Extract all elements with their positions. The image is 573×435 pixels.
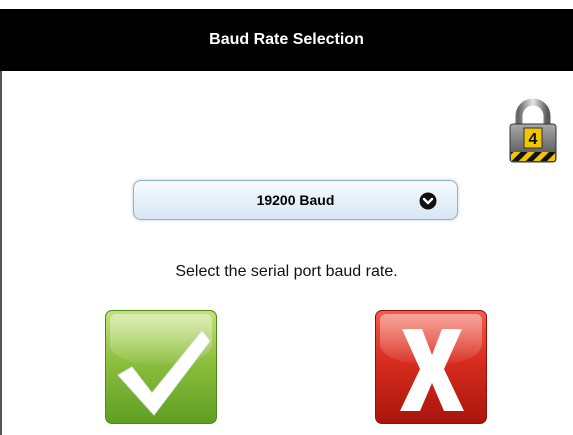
padlock-icon: 4 (509, 98, 557, 163)
chevron-down-icon (419, 192, 437, 210)
top-border (0, 0, 573, 9)
lock-level-label: 4 (529, 131, 538, 148)
instruction-text: Select the serial port baud rate. (175, 263, 398, 280)
window-title: Baud Rate Selection (209, 31, 364, 48)
title-bar: Baud Rate Selection (0, 9, 573, 71)
baud-rate-select[interactable]: 19200 Baud (133, 180, 458, 220)
confirm-button[interactable] (105, 310, 217, 424)
x-icon (400, 329, 464, 411)
baud-rate-value: 19200 Baud (256, 192, 335, 208)
left-border (0, 71, 2, 435)
cancel-button[interactable] (375, 310, 487, 424)
checkmark-icon (117, 330, 211, 416)
